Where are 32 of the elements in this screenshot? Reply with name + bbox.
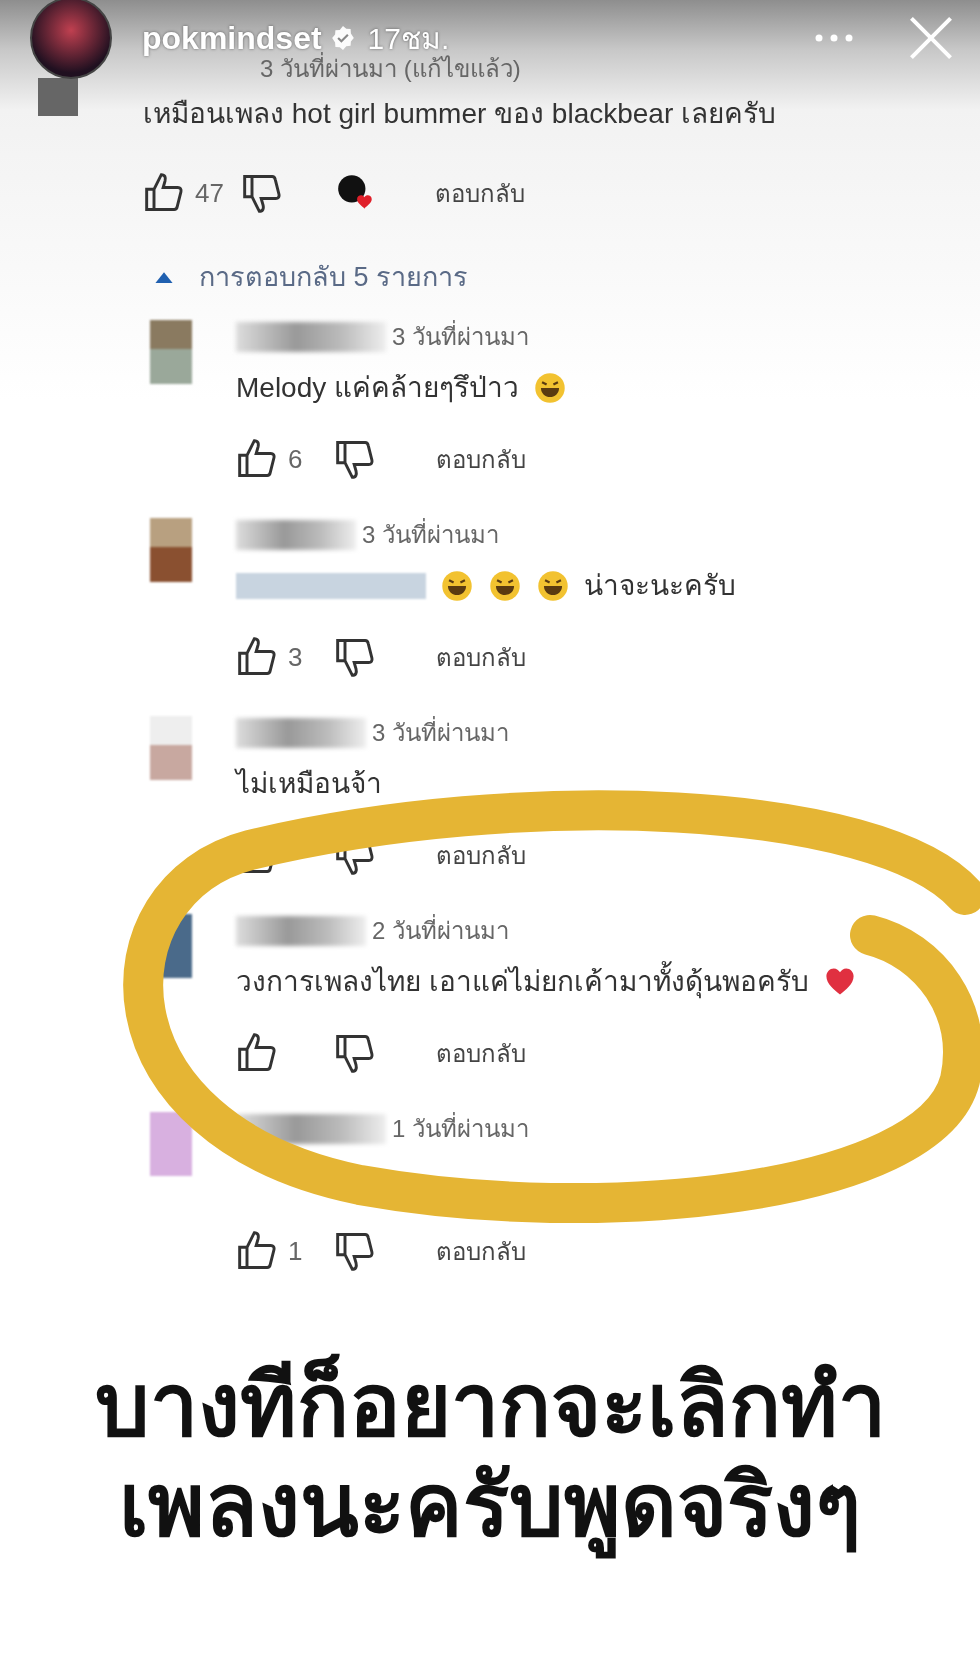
comment-meta: 3 วันที่ผ่านมา	[362, 520, 499, 550]
reply-link[interactable]: ตอบกลับ	[435, 173, 525, 213]
avatar-placeholder	[150, 716, 192, 780]
reply-link[interactable]: ตอบกลับ	[436, 439, 526, 479]
comment-meta: 1 วันที่ผ่านมา	[392, 1114, 529, 1144]
like-count: 6	[288, 443, 304, 475]
avatar-placeholder	[150, 1112, 192, 1176]
laughing-face-icon	[488, 569, 522, 603]
avatar-placeholder	[150, 320, 192, 384]
comment-text: วงการเพลงไทย เอาแค่ไม่ยกเค้ามาทั้งดุ้นพอครับ	[236, 956, 809, 1008]
like-count: 47	[195, 177, 225, 209]
comment-meta: 2 วันที่ผ่านมา	[372, 916, 509, 946]
comment-text: Melody แค่คล้ายๆรึป่าว	[236, 371, 520, 405]
replies-toggle[interactable]: การตอบกลับ 5 รายการ	[153, 246, 777, 306]
avatar-placeholder	[150, 518, 192, 582]
reply-link[interactable]: ตอบกลับ	[436, 637, 526, 677]
comment-text: น่าจะนะครับ	[584, 569, 736, 603]
laughing-face-icon	[533, 371, 568, 405]
comment-text: เหมือนเพลง hot girl bummer ของ blackbear เลยครับ	[143, 97, 777, 131]
reply-link[interactable]: ตอบกลับ	[436, 1231, 526, 1271]
comment-meta: 3 วันที่ผ่านมา	[392, 322, 529, 352]
post-time: 17ชม.	[367, 20, 450, 55]
comment-meta: 3 วันที่ผ่านมา	[372, 718, 509, 748]
like-count: 3	[288, 641, 304, 673]
caption-text: บางทีก็อยากจะเลิกทำ	[94, 1355, 886, 1455]
close-icon[interactable]	[908, 15, 954, 61]
comment-text: ไม่เหมือนจ้า	[236, 767, 382, 801]
reply-link[interactable]: ตอบกลับ	[436, 1033, 526, 1073]
laughing-face-icon	[440, 569, 474, 603]
laughing-face-icon	[536, 569, 570, 603]
reply-link[interactable]: ตอบกลับ	[436, 835, 526, 875]
like-count: 1	[288, 1235, 304, 1267]
